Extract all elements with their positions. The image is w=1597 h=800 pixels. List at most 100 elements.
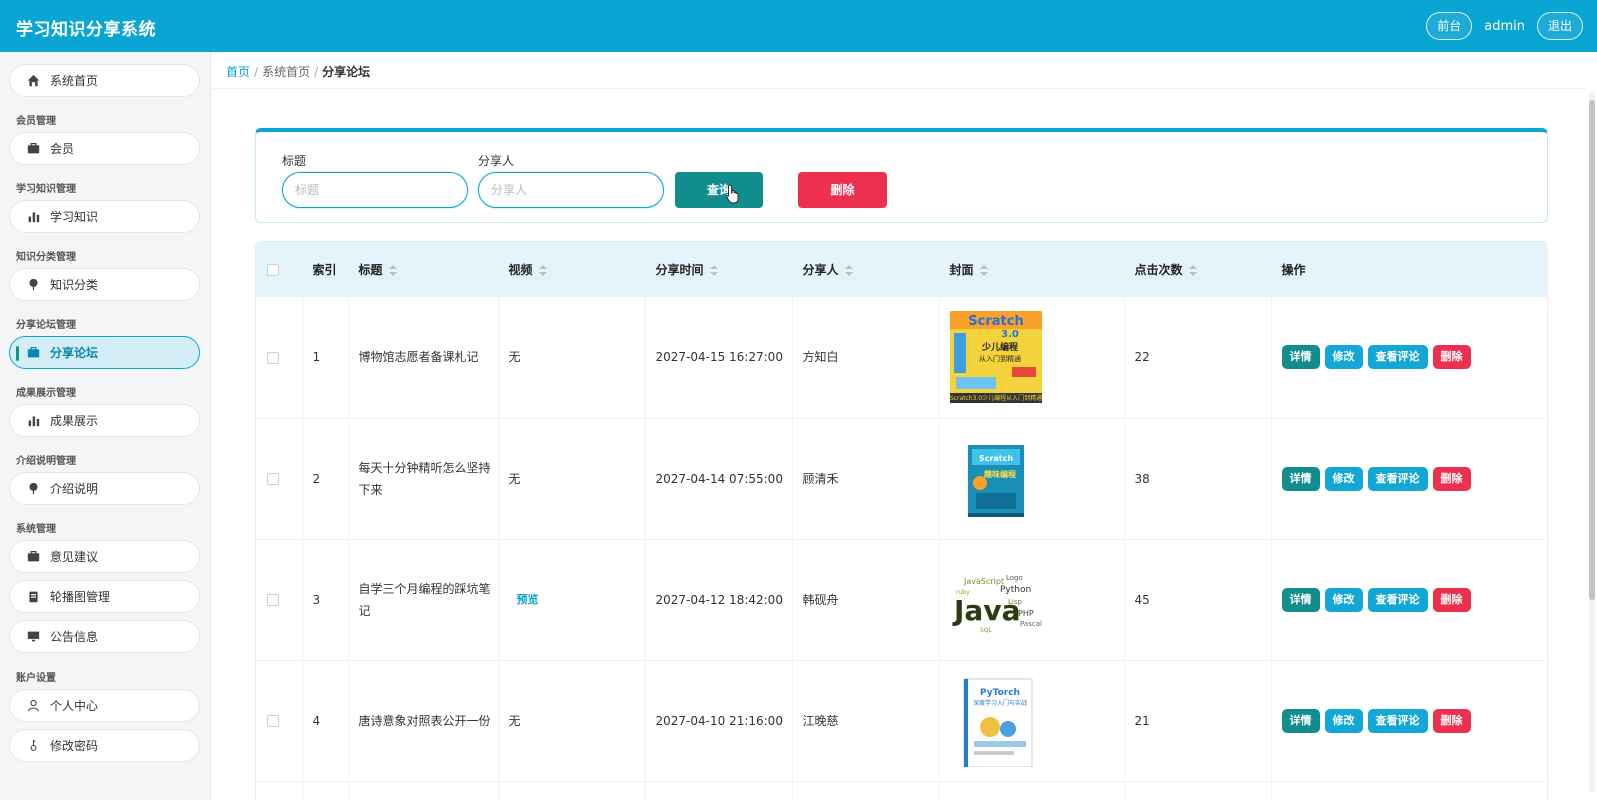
sort-icon[interactable] <box>979 264 988 277</box>
sharer-search-input[interactable] <box>478 172 664 208</box>
svg-text:SQL: SQL <box>980 627 993 634</box>
sort-icon[interactable] <box>1188 264 1197 277</box>
cell-index: 2 <box>302 418 349 540</box>
row-checkbox[interactable] <box>267 715 279 727</box>
sidebar-item-label: 成果展示 <box>50 414 99 428</box>
sidebar-item-achievement[interactable]: 成果展示 <box>9 404 200 437</box>
sidebar-item-forum[interactable]: 分享论坛 <box>9 336 200 369</box>
column-header-sharer[interactable]: 分享人 <box>792 242 940 297</box>
row-checkbox[interactable] <box>267 473 279 485</box>
sidebar-item-password[interactable]: 修改密码 <box>9 729 200 762</box>
user-icon <box>26 699 40 713</box>
sidebar-item-notice[interactable]: 公告信息 <box>9 620 200 653</box>
monitor-icon <box>26 630 40 644</box>
delete-button[interactable]: 删除 <box>1432 587 1471 612</box>
user-name: admin <box>1484 18 1525 34</box>
detail-button[interactable]: 详情 <box>1281 466 1320 491</box>
cell-video: 无 <box>498 418 646 540</box>
row-checkbox[interactable] <box>267 351 279 364</box>
column-header-clicks[interactable]: 点击次数 <box>1124 242 1272 297</box>
cell-time: 2027-04-12 18:42:00 <box>645 539 793 661</box>
sidebar-item-label: 个人中心 <box>50 699 99 713</box>
sidebar-item-home[interactable]: 系统首页 <box>9 64 200 97</box>
sidebar: 系统首页 会员管理 会员 学习知识管理 学习知识 知识分类管理 知识分类 分享论… <box>0 52 211 800</box>
sidebar-item-label: 介绍说明 <box>50 482 99 496</box>
title-search-input[interactable] <box>282 172 468 208</box>
detail-button[interactable]: 详情 <box>1281 708 1320 733</box>
sidebar-item-member[interactable]: 会员 <box>9 132 200 165</box>
column-header-title[interactable]: 标题 <box>348 242 499 297</box>
detail-button[interactable]: 详情 <box>1281 587 1320 612</box>
sharer-label: 分享人 <box>478 154 515 168</box>
key-icon <box>26 739 40 753</box>
front-button[interactable]: 前台 <box>1426 12 1473 40</box>
cell-video: 无 <box>498 297 646 419</box>
sidebar-item-feedback[interactable]: 意见建议 <box>9 540 200 573</box>
cell-title: 唐诗意象对照表公开一份 <box>348 660 499 782</box>
cell-cover: Logo JavaScript Python ruby Java Lisp PH… <box>939 539 1125 661</box>
svg-text:Scratch: Scratch <box>968 314 1023 329</box>
cover-image-scratch[interactable]: Scratch 3.0 少儿编程 从入门到精通 Scratch3.0少儿编程从入… <box>949 311 1042 404</box>
cover-image-java[interactable]: Logo JavaScript Python ruby Java Lisp PH… <box>949 553 1042 646</box>
sidebar-item-carousel[interactable]: 轮播图管理 <box>9 580 200 613</box>
edit-button[interactable]: 修改 <box>1324 708 1363 733</box>
cover-image-scratch-fun[interactable]: Scratch 趣味编程 <box>950 433 1042 525</box>
cell-time: 2027-04-14 07:55:00 <box>645 418 793 540</box>
group-label-intro: 介绍说明管理 <box>16 456 76 467</box>
logout-button[interactable]: 退出 <box>1536 12 1583 40</box>
cell-title: 每天十分钟精听怎么坚持下来 <box>348 418 499 540</box>
scrollbar-thumb[interactable] <box>1589 100 1595 600</box>
svg-text:3.0: 3.0 <box>1001 329 1019 340</box>
group-label-achievement: 成果展示管理 <box>16 388 76 399</box>
view-comments-button[interactable]: 查看评论 <box>1367 708 1428 733</box>
svg-text:PyTorch: PyTorch <box>980 688 1020 698</box>
hand-cursor-icon <box>726 184 739 204</box>
home-icon <box>26 74 40 88</box>
breadcrumb-home[interactable]: 首页 <box>226 65 250 79</box>
table-row: 3 自学三个月编程的踩坑笔记 预览 2027-04-12 18:42:00 韩砚… <box>256 539 1547 661</box>
delete-button[interactable]: 删除 <box>1432 345 1471 370</box>
delete-button[interactable]: 删除 <box>1432 466 1471 491</box>
batch-delete-button[interactable]: 删除 <box>798 172 887 208</box>
group-label-system: 系统管理 <box>16 524 56 535</box>
view-comments-button[interactable]: 查看评论 <box>1367 345 1428 370</box>
sort-icon[interactable] <box>388 264 397 277</box>
video-preview-link[interactable]: 预览 <box>517 593 539 606</box>
column-header-video[interactable]: 视频 <box>498 242 646 297</box>
sidebar-item-label: 系统首页 <box>50 74 99 88</box>
bar-chart-icon <box>26 210 40 224</box>
view-comments-button[interactable]: 查看评论 <box>1367 587 1428 612</box>
delete-button[interactable]: 删除 <box>1432 708 1471 733</box>
column-header-time[interactable]: 分享时间 <box>645 242 793 297</box>
column-header-cover[interactable]: 封面 <box>939 242 1125 297</box>
sort-icon[interactable] <box>538 264 547 277</box>
sort-icon[interactable] <box>844 264 853 277</box>
briefcase-icon <box>26 142 40 156</box>
edit-button[interactable]: 修改 <box>1324 466 1363 491</box>
sort-icon[interactable] <box>709 264 718 277</box>
edit-button[interactable]: 修改 <box>1324 587 1363 612</box>
edit-button[interactable]: 修改 <box>1324 345 1363 370</box>
column-header-index: 索引 <box>302 242 349 297</box>
cell-clicks: 21 <box>1124 660 1272 782</box>
cover-image-pytorch[interactable]: PyTorch 深度学习入门与实战 <box>950 675 1042 767</box>
sidebar-item-label: 知识分类 <box>50 278 99 292</box>
cell-sharer: 韩砚舟 <box>792 539 940 661</box>
select-all-checkbox[interactable] <box>267 264 279 276</box>
sidebar-item-knowledge[interactable]: 学习知识 <box>9 200 200 233</box>
table-row: 1 博物馆志愿者备课札记 无 2027-04-15 16:27:00 方知白 S… <box>256 297 1547 419</box>
sidebar-item-intro[interactable]: 介绍说明 <box>9 472 200 505</box>
header-actions: 前台 admin 退出 <box>1426 12 1583 40</box>
sidebar-item-label: 修改密码 <box>50 739 99 753</box>
query-button[interactable]: 查询 <box>675 172 763 208</box>
sidebar-item-profile[interactable]: 个人中心 <box>9 689 200 722</box>
detail-button[interactable]: 详情 <box>1281 345 1320 370</box>
row-checkbox[interactable] <box>267 594 279 606</box>
breadcrumb-system-home[interactable]: 系统首页 <box>262 65 310 79</box>
view-comments-button[interactable]: 查看评论 <box>1367 466 1428 491</box>
sidebar-item-category[interactable]: 知识分类 <box>9 268 200 301</box>
cell-index: 1 <box>302 297 349 419</box>
cell-actions: 详情 修改 查看评论 删除 <box>1271 539 1547 661</box>
table-row: 4 唐诗意象对照表公开一份 无 2027-04-10 21:16:00 江晚慈 … <box>256 660 1547 782</box>
page-scrollbar[interactable] <box>1589 92 1595 792</box>
